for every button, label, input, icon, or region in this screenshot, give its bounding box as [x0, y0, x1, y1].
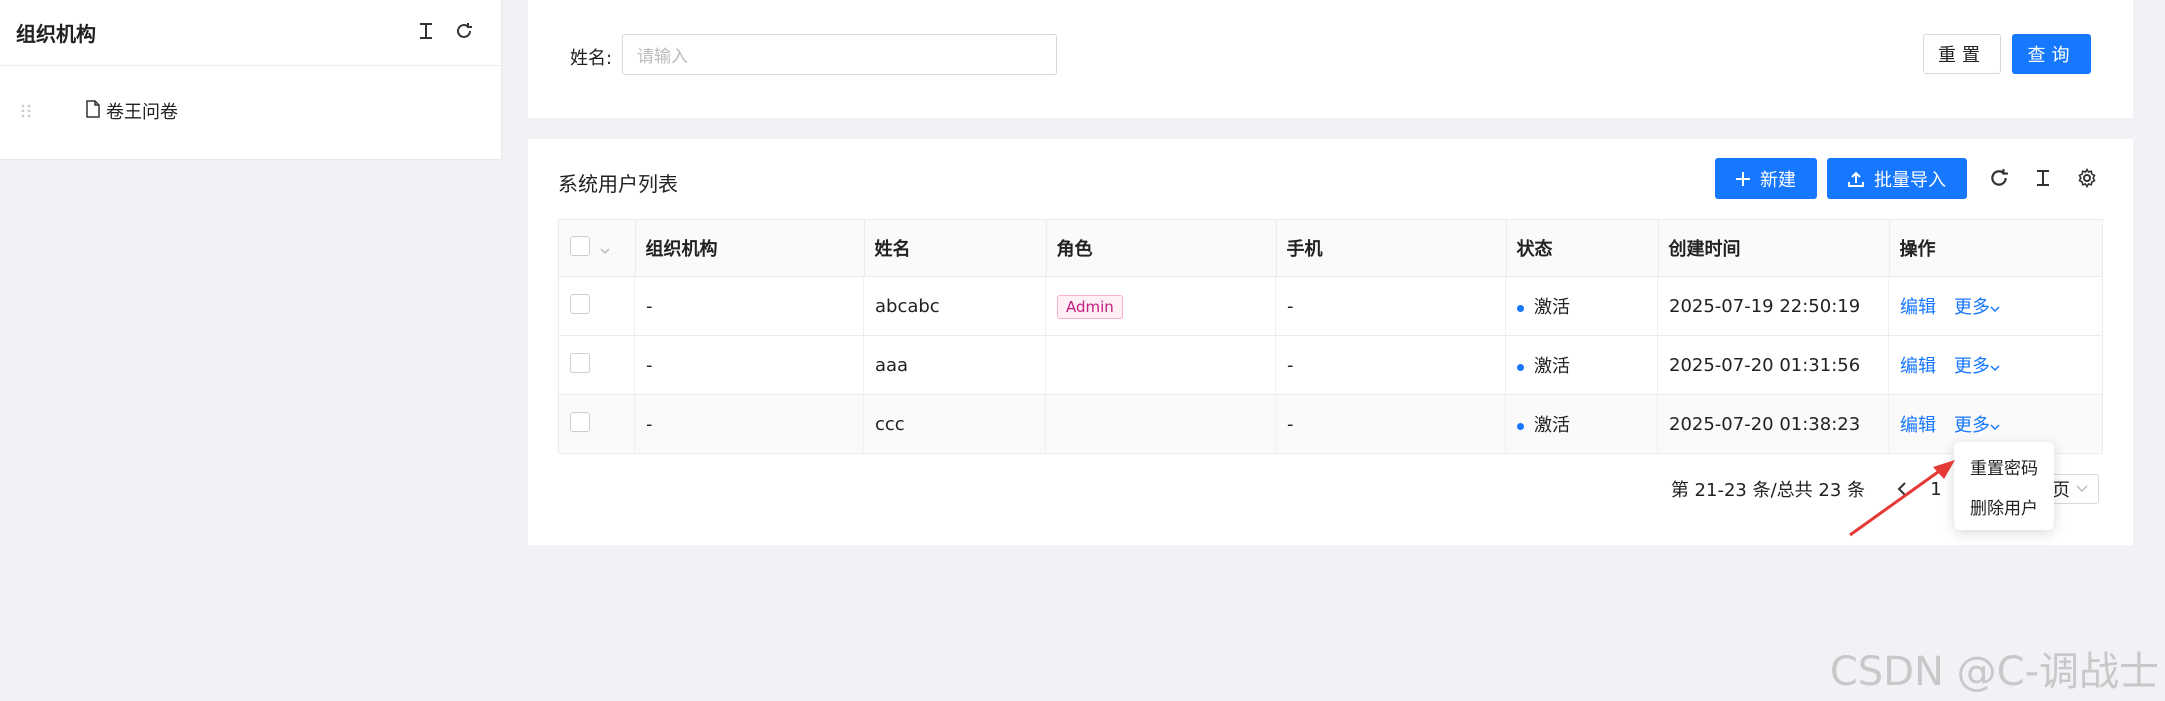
column-header-role: 角色: [1045, 219, 1276, 277]
cell-phone: -: [1275, 335, 1506, 395]
chevron-down-icon: [1990, 424, 2000, 431]
more-label: 更多: [1954, 415, 1990, 436]
cell-created: 2025-07-19 22:50:19: [1657, 276, 1889, 336]
reset-button[interactable]: 重置: [1923, 34, 2001, 74]
collapse-icon[interactable]: [415, 20, 437, 42]
cell-name: aaa: [863, 335, 1046, 395]
cell-created: 2025-07-20 01:31:56: [1657, 335, 1889, 395]
table-row: - abcabc Admin - 激活 2025-07-19 22:50:19 …: [558, 276, 2103, 336]
chevron-down-icon: [1990, 306, 2000, 313]
refresh-icon[interactable]: [453, 20, 475, 42]
column-header-status: 状态: [1505, 219, 1658, 277]
row-checkbox[interactable]: [570, 411, 590, 432]
name-label: 姓名:: [570, 48, 613, 69]
column-height-icon[interactable]: [2032, 167, 2054, 189]
cell-name: abcabc: [863, 276, 1046, 336]
cell-org: -: [634, 394, 864, 454]
row-checkbox[interactable]: [570, 352, 590, 373]
status-dot-icon: [1517, 422, 1524, 430]
page-size-label: 页: [2052, 480, 2070, 501]
tree-node-juanwang[interactable]: 卷王问卷: [20, 98, 178, 124]
table-row: - ccc - 激活 2025-07-20 01:38:23 编辑 更多: [558, 394, 2103, 454]
org-tree-header: 组织机构: [0, 0, 501, 66]
more-menu-trigger[interactable]: 更多: [1954, 356, 2000, 377]
menu-item-delete-user[interactable]: 删除用户: [1954, 486, 2054, 526]
cell-org: -: [634, 276, 864, 336]
cell-role: [1045, 335, 1276, 395]
row-checkbox[interactable]: [570, 293, 590, 314]
plus-icon: [1736, 171, 1750, 186]
edit-link[interactable]: 编辑: [1900, 415, 1936, 436]
org-tree-title: 组织机构: [16, 22, 96, 46]
upload-icon: [1848, 171, 1864, 187]
org-tree-panel: 组织机构 卷王问卷: [0, 0, 502, 160]
search-form: 姓名: 请输入 重置 查询: [528, 0, 2133, 118]
tree-node-label: 卷王问卷: [106, 102, 178, 123]
chevron-down-icon[interactable]: [600, 247, 610, 255]
menu-item-reset-password[interactable]: 重置密码: [1954, 446, 2054, 486]
cell-phone: -: [1275, 394, 1506, 454]
user-table: 组织机构 姓名 角色 手机 状态 创建时间 操作 - abcabc Admin …: [558, 219, 2103, 454]
batch-import-label: 批量导入: [1874, 169, 1946, 191]
file-icon: [86, 99, 100, 123]
select-all-cell[interactable]: [558, 219, 635, 277]
chevron-down-icon: [1990, 365, 2000, 372]
cell-status: 激活: [1534, 415, 1570, 436]
cell-role: [1045, 394, 1276, 454]
more-menu-trigger[interactable]: 更多: [1954, 415, 2000, 436]
select-all-checkbox[interactable]: [570, 235, 590, 256]
new-user-button[interactable]: 新建: [1715, 158, 1817, 199]
annotation-arrow-icon: [1849, 460, 1955, 537]
name-search-input[interactable]: 请输入: [622, 34, 1057, 75]
watermark: CSDN @C-调战士: [1829, 649, 2159, 695]
edit-link[interactable]: 编辑: [1900, 297, 1936, 318]
column-header-phone: 手机: [1275, 219, 1506, 277]
table-title: 系统用户列表: [558, 172, 678, 196]
column-header-org: 组织机构: [634, 219, 864, 277]
more-label: 更多: [1954, 356, 1990, 377]
cell-phone: -: [1275, 276, 1506, 336]
edit-link[interactable]: 编辑: [1900, 356, 1936, 377]
settings-gear-icon[interactable]: [2076, 167, 2098, 189]
role-tag: Admin: [1057, 294, 1123, 319]
more-actions-dropdown: 重置密码 删除用户: [1954, 442, 2054, 530]
table-row: - aaa - 激活 2025-07-20 01:31:56 编辑 更多: [558, 335, 2103, 395]
more-label: 更多: [1954, 297, 1990, 318]
table-header-row: 组织机构 姓名 角色 手机 状态 创建时间 操作: [558, 219, 2103, 277]
query-button[interactable]: 查询: [2012, 34, 2091, 74]
column-header-actions: 操作: [1888, 219, 2103, 277]
cell-name: ccc: [863, 394, 1046, 454]
status-dot-icon: [1517, 304, 1524, 312]
more-menu-trigger[interactable]: 更多: [1954, 297, 2000, 318]
column-header-created: 创建时间: [1657, 219, 1889, 277]
column-header-name: 姓名: [863, 219, 1046, 277]
new-user-label: 新建: [1760, 169, 1796, 191]
cell-status: 激活: [1534, 297, 1570, 318]
pagination-summary: 第 21-23 条/总共 23 条: [1670, 480, 1865, 501]
status-dot-icon: [1517, 363, 1524, 371]
drag-handle-icon[interactable]: [20, 103, 32, 119]
cell-status: 激活: [1534, 356, 1570, 377]
cell-created: 2025-07-20 01:38:23: [1657, 394, 1889, 454]
table-refresh-icon[interactable]: [1988, 167, 2010, 189]
batch-import-button[interactable]: 批量导入: [1827, 158, 1967, 199]
chevron-down-icon: [2076, 485, 2088, 493]
cell-org: -: [634, 335, 864, 395]
